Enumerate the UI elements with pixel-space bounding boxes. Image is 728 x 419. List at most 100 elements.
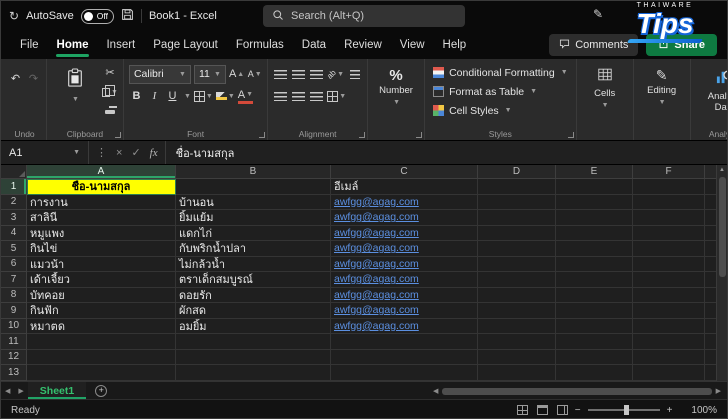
merge-center-button[interactable]: ▼: [327, 87, 346, 105]
orientation-button[interactable]: ab▼: [327, 65, 344, 83]
normal-view-icon[interactable]: [517, 405, 528, 415]
cell-E10[interactable]: [556, 319, 633, 335]
align-top-button[interactable]: [273, 65, 288, 83]
cell-E1[interactable]: [556, 179, 633, 195]
number-format-button[interactable]: % Number ▼: [373, 63, 419, 106]
cell-D4[interactable]: [478, 226, 556, 242]
scroll-up-icon[interactable]: ▲: [719, 167, 725, 173]
email-link[interactable]: awfgg@agag.com: [334, 273, 419, 285]
vertical-scroll-thumb[interactable]: [719, 177, 726, 277]
row-header-1[interactable]: 1: [1, 179, 27, 195]
cell-A13[interactable]: [27, 365, 176, 381]
row-header-13[interactable]: 13: [1, 365, 27, 381]
cell-C5[interactable]: awfgg@agag.com: [331, 241, 478, 257]
alignment-dialog-launcher[interactable]: [359, 132, 365, 138]
align-bottom-button[interactable]: [309, 65, 324, 83]
cell-C9[interactable]: awfgg@agag.com: [331, 303, 478, 319]
redo-button[interactable]: ↷: [26, 69, 41, 87]
pen-icon[interactable]: ✎: [593, 7, 603, 21]
font-name-select[interactable]: Calibri▼: [129, 65, 191, 84]
cell-C1[interactable]: อีเมล์: [331, 179, 478, 195]
name-box[interactable]: A1 ▼: [1, 141, 89, 164]
email-link[interactable]: awfgg@agag.com: [334, 196, 419, 208]
drag-dots-icon[interactable]: ⋮: [96, 146, 107, 159]
sheet-nav-right-icon[interactable]: ▶: [18, 387, 23, 395]
column-header-D[interactable]: D: [478, 165, 556, 179]
cell-F6[interactable]: [633, 257, 705, 273]
cell-C4[interactable]: awfgg@agag.com: [331, 226, 478, 242]
tab-review[interactable]: Review: [335, 33, 391, 57]
tab-help[interactable]: Help: [434, 33, 476, 57]
column-header-A[interactable]: A: [27, 165, 176, 179]
cut-icon[interactable]: ✂: [102, 63, 118, 81]
row-header-12[interactable]: 12: [1, 350, 27, 366]
zoom-in-button[interactable]: +: [667, 405, 673, 416]
cell-F11[interactable]: [633, 334, 705, 350]
align-middle-button[interactable]: [291, 65, 306, 83]
email-link[interactable]: awfgg@agag.com: [334, 258, 419, 270]
cell-F13[interactable]: [633, 365, 705, 381]
email-link[interactable]: awfgg@agag.com: [334, 304, 419, 316]
row-header-6[interactable]: 6: [1, 257, 27, 273]
column-header-F[interactable]: F: [633, 165, 705, 179]
copy-icon[interactable]: ▼: [102, 83, 118, 101]
tab-page-layout[interactable]: Page Layout: [144, 33, 227, 57]
cell-B9[interactable]: ผักสด: [176, 303, 331, 319]
horizontal-scroll-thumb[interactable]: [442, 388, 711, 395]
zoom-slider[interactable]: [588, 409, 660, 411]
cell-D11[interactable]: [478, 334, 556, 350]
cell-C12[interactable]: [331, 350, 478, 366]
email-link[interactable]: awfgg@agag.com: [334, 289, 419, 301]
autosave-toggle[interactable]: Off: [81, 9, 114, 24]
cell-B13[interactable]: [176, 365, 331, 381]
borders-button[interactable]: ▼: [194, 87, 213, 105]
cell-C13[interactable]: [331, 365, 478, 381]
cell-F8[interactable]: [633, 288, 705, 304]
tab-data[interactable]: Data: [293, 33, 335, 57]
zoom-out-button[interactable]: −: [575, 405, 581, 416]
scroll-right-icon[interactable]: ▶: [716, 387, 721, 395]
row-header-4[interactable]: 4: [1, 226, 27, 242]
cell-E5[interactable]: [556, 241, 633, 257]
zoom-level[interactable]: 100%: [691, 405, 717, 416]
cell-F12[interactable]: [633, 350, 705, 366]
cell-D3[interactable]: [478, 210, 556, 226]
row-header-5[interactable]: 5: [1, 241, 27, 257]
cell-C11[interactable]: [331, 334, 478, 350]
cells-button[interactable]: Cells ▼: [582, 63, 628, 109]
new-sheet-button[interactable]: +: [95, 385, 107, 397]
wrap-text-button[interactable]: [347, 65, 362, 83]
row-header-2[interactable]: 2: [1, 195, 27, 211]
decrease-font-button[interactable]: A▼: [247, 65, 262, 83]
styles-dialog-launcher[interactable]: [568, 132, 574, 138]
cell-E12[interactable]: [556, 350, 633, 366]
cell-A12[interactable]: [27, 350, 176, 366]
column-header-E[interactable]: E: [556, 165, 633, 179]
cell-B4[interactable]: แดกไก่: [176, 226, 331, 242]
cell-F1[interactable]: [633, 179, 705, 195]
cell-B8[interactable]: ดอยรัก: [176, 288, 331, 304]
tab-formulas[interactable]: Formulas: [227, 33, 293, 57]
cell-E11[interactable]: [556, 334, 633, 350]
cell-D1[interactable]: [478, 179, 556, 195]
cell-E13[interactable]: [556, 365, 633, 381]
bold-button[interactable]: B: [129, 87, 144, 105]
cell-C8[interactable]: awfgg@agag.com: [331, 288, 478, 304]
cell-E7[interactable]: [556, 272, 633, 288]
sheet-tab-sheet1[interactable]: Sheet1: [28, 382, 86, 399]
clipboard-dialog-launcher[interactable]: [115, 132, 121, 138]
cell-D2[interactable]: [478, 195, 556, 211]
underline-button[interactable]: U: [165, 87, 180, 105]
row-header-3[interactable]: 3: [1, 210, 27, 226]
column-header-C[interactable]: C: [331, 165, 478, 179]
conditional-formatting-button[interactable]: Conditional Formatting▼: [430, 63, 571, 82]
cell-B3[interactable]: ยิ้มแย้ม: [176, 210, 331, 226]
cell-E9[interactable]: [556, 303, 633, 319]
insert-function-button[interactable]: fx: [150, 147, 158, 159]
cell-D6[interactable]: [478, 257, 556, 273]
email-link[interactable]: awfgg@agag.com: [334, 320, 419, 332]
tab-file[interactable]: File: [11, 33, 48, 57]
cell-B7[interactable]: ตราเด็กสมบูรณ์: [176, 272, 331, 288]
select-all-corner[interactable]: [1, 165, 27, 179]
cell-F5[interactable]: [633, 241, 705, 257]
